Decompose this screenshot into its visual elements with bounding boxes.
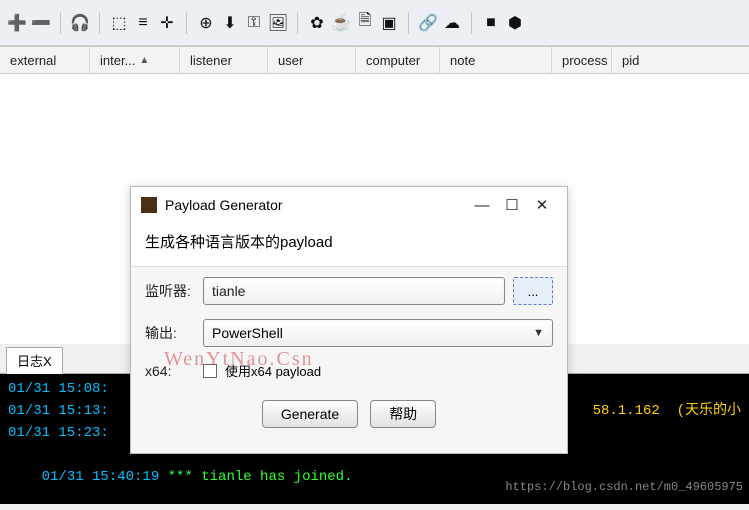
col-computer[interactable]: computer: [356, 47, 440, 73]
key-icon[interactable]: ⚿: [243, 12, 265, 34]
sort-asc-icon: ▲: [139, 55, 149, 66]
output-label: 输出:: [145, 323, 195, 343]
gear-icon[interactable]: ✿: [306, 12, 328, 34]
image-icon[interactable]: 🖼: [267, 12, 289, 34]
coffee-icon[interactable]: ☕: [330, 12, 352, 34]
add-icon[interactable]: ➕: [6, 12, 28, 34]
link-icon[interactable]: 🔗: [417, 12, 439, 34]
toolbar: ➕ ➖ 🎧 ⬚ ≡ ✛ ⊕ ⬇ ⚿ 🖼 ✿ ☕ 🗎 ▣ 🔗 ☁ ■ ⬢: [0, 0, 749, 46]
listener-label: 监听器:: [145, 281, 195, 301]
cloud-icon[interactable]: ☁: [441, 12, 463, 34]
generate-button[interactable]: Generate: [262, 400, 358, 428]
share-icon[interactable]: ⬚: [108, 12, 130, 34]
book-icon[interactable]: ■: [480, 12, 502, 34]
help-button[interactable]: 帮助: [370, 400, 436, 428]
dialog-titlebar[interactable]: Payload Generator — ☐ ✕: [131, 187, 567, 223]
col-note[interactable]: note: [440, 47, 552, 73]
tab-log[interactable]: 日志X: [6, 347, 63, 374]
maximize-icon[interactable]: ☐: [497, 196, 527, 214]
col-external[interactable]: external: [0, 47, 90, 73]
chevron-down-icon: ▼: [533, 327, 544, 339]
watermark-url: https://blog.csdn.net/m0_49605975: [505, 476, 743, 498]
table-header: external inter... ▲ listener user comput…: [0, 46, 749, 74]
payload-generator-dialog: Payload Generator — ☐ ✕ 生成各种语言版本的payload…: [130, 186, 568, 454]
zoom-icon[interactable]: ⊕: [195, 12, 217, 34]
target-icon[interactable]: ✛: [156, 12, 178, 34]
close-icon[interactable]: ✕: [527, 196, 557, 214]
col-process[interactable]: process: [552, 47, 612, 73]
listener-input[interactable]: tianle: [203, 277, 505, 305]
output-select[interactable]: PowerShell ▼: [203, 319, 553, 347]
listener-value: tianle: [212, 283, 245, 299]
col-inter-label: inter...: [100, 53, 135, 68]
download-icon[interactable]: ⬇: [219, 12, 241, 34]
col-listener[interactable]: listener: [180, 47, 268, 73]
term-time: 01/31 15:23:: [8, 425, 109, 441]
list-icon[interactable]: ≡: [132, 12, 154, 34]
minimize-icon[interactable]: —: [467, 197, 497, 214]
terminal-icon[interactable]: ▣: [378, 12, 400, 34]
col-user[interactable]: user: [268, 47, 356, 73]
col-inter[interactable]: inter... ▲: [90, 47, 180, 73]
term-time: 01/31 15:08:: [8, 381, 109, 397]
term-msg-right: 58.1.162 (天乐的小: [593, 400, 741, 422]
listener-browse-button[interactable]: ...: [513, 277, 553, 305]
term-time: 01/31 15:40:19: [42, 469, 168, 485]
box-icon[interactable]: ⬢: [504, 12, 526, 34]
output-value: PowerShell: [212, 325, 283, 341]
x64-label: x64:: [145, 363, 195, 379]
dialog-description: 生成各种语言版本的payload: [131, 223, 567, 267]
x64-checkbox[interactable]: [203, 364, 217, 378]
file-icon[interactable]: 🗎: [354, 12, 376, 34]
dialog-icon: [141, 197, 157, 213]
col-pid[interactable]: pid: [612, 47, 692, 73]
term-time: 01/31 15:13:: [8, 400, 109, 422]
headphones-icon[interactable]: 🎧: [69, 12, 91, 34]
term-msg: *** tianle has joined.: [168, 469, 353, 485]
dialog-title: Payload Generator: [165, 197, 467, 213]
minus-icon[interactable]: ➖: [30, 12, 52, 34]
x64-check-label: 使用x64 payload: [225, 361, 321, 380]
